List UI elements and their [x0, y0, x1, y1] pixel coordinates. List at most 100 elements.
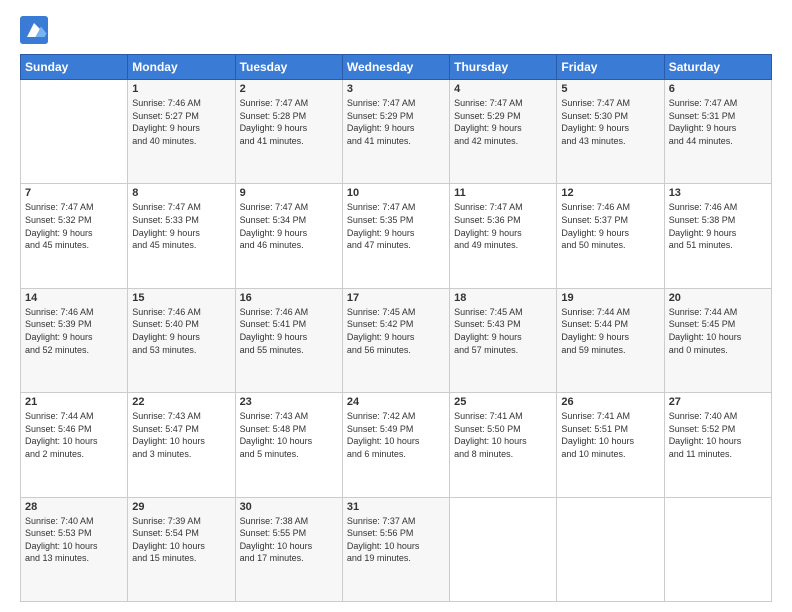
weekday-header-friday: Friday	[557, 55, 664, 80]
weekday-header-saturday: Saturday	[664, 55, 771, 80]
logo-icon	[20, 16, 48, 44]
day-number: 19	[561, 292, 659, 304]
day-detail: Sunrise: 7:40 AMSunset: 5:52 PMDaylight:…	[669, 410, 767, 460]
weekday-header-tuesday: Tuesday	[235, 55, 342, 80]
day-detail: Sunrise: 7:45 AMSunset: 5:43 PMDaylight:…	[454, 306, 552, 356]
day-cell: 16 Sunrise: 7:46 AMSunset: 5:41 PMDaylig…	[235, 288, 342, 392]
day-cell: 2 Sunrise: 7:47 AMSunset: 5:28 PMDayligh…	[235, 80, 342, 184]
calendar-header: SundayMondayTuesdayWednesdayThursdayFrid…	[21, 55, 772, 80]
day-cell	[21, 80, 128, 184]
day-detail: Sunrise: 7:41 AMSunset: 5:50 PMDaylight:…	[454, 410, 552, 460]
day-number: 25	[454, 396, 552, 408]
day-number: 5	[561, 83, 659, 95]
day-detail: Sunrise: 7:46 AMSunset: 5:38 PMDaylight:…	[669, 201, 767, 251]
day-number: 16	[240, 292, 338, 304]
day-detail: Sunrise: 7:39 AMSunset: 5:54 PMDaylight:…	[132, 515, 230, 565]
day-number: 21	[25, 396, 123, 408]
day-cell: 20 Sunrise: 7:44 AMSunset: 5:45 PMDaylig…	[664, 288, 771, 392]
day-cell: 11 Sunrise: 7:47 AMSunset: 5:36 PMDaylig…	[450, 184, 557, 288]
day-detail: Sunrise: 7:46 AMSunset: 5:41 PMDaylight:…	[240, 306, 338, 356]
week-row-5: 28 Sunrise: 7:40 AMSunset: 5:53 PMDaylig…	[21, 497, 772, 601]
weekday-header-monday: Monday	[128, 55, 235, 80]
day-cell: 4 Sunrise: 7:47 AMSunset: 5:29 PMDayligh…	[450, 80, 557, 184]
day-cell: 7 Sunrise: 7:47 AMSunset: 5:32 PMDayligh…	[21, 184, 128, 288]
day-cell: 15 Sunrise: 7:46 AMSunset: 5:40 PMDaylig…	[128, 288, 235, 392]
week-row-4: 21 Sunrise: 7:44 AMSunset: 5:46 PMDaylig…	[21, 393, 772, 497]
day-detail: Sunrise: 7:47 AMSunset: 5:34 PMDaylight:…	[240, 201, 338, 251]
day-number: 2	[240, 83, 338, 95]
calendar-table: SundayMondayTuesdayWednesdayThursdayFrid…	[20, 54, 772, 602]
day-detail: Sunrise: 7:47 AMSunset: 5:32 PMDaylight:…	[25, 201, 123, 251]
weekday-header-wednesday: Wednesday	[342, 55, 449, 80]
day-detail: Sunrise: 7:47 AMSunset: 5:29 PMDaylight:…	[454, 97, 552, 147]
day-cell: 3 Sunrise: 7:47 AMSunset: 5:29 PMDayligh…	[342, 80, 449, 184]
day-number: 26	[561, 396, 659, 408]
day-cell: 23 Sunrise: 7:43 AMSunset: 5:48 PMDaylig…	[235, 393, 342, 497]
day-detail: Sunrise: 7:38 AMSunset: 5:55 PMDaylight:…	[240, 515, 338, 565]
day-number: 14	[25, 292, 123, 304]
day-cell: 19 Sunrise: 7:44 AMSunset: 5:44 PMDaylig…	[557, 288, 664, 392]
day-cell: 17 Sunrise: 7:45 AMSunset: 5:42 PMDaylig…	[342, 288, 449, 392]
day-cell: 31 Sunrise: 7:37 AMSunset: 5:56 PMDaylig…	[342, 497, 449, 601]
day-detail: Sunrise: 7:47 AMSunset: 5:28 PMDaylight:…	[240, 97, 338, 147]
day-number: 11	[454, 187, 552, 199]
day-number: 30	[240, 501, 338, 513]
day-number: 20	[669, 292, 767, 304]
day-number: 6	[669, 83, 767, 95]
day-number: 3	[347, 83, 445, 95]
day-detail: Sunrise: 7:46 AMSunset: 5:40 PMDaylight:…	[132, 306, 230, 356]
day-cell: 8 Sunrise: 7:47 AMSunset: 5:33 PMDayligh…	[128, 184, 235, 288]
day-number: 1	[132, 83, 230, 95]
day-detail: Sunrise: 7:37 AMSunset: 5:56 PMDaylight:…	[347, 515, 445, 565]
day-detail: Sunrise: 7:45 AMSunset: 5:42 PMDaylight:…	[347, 306, 445, 356]
day-cell: 18 Sunrise: 7:45 AMSunset: 5:43 PMDaylig…	[450, 288, 557, 392]
weekday-header-thursday: Thursday	[450, 55, 557, 80]
day-cell: 12 Sunrise: 7:46 AMSunset: 5:37 PMDaylig…	[557, 184, 664, 288]
day-detail: Sunrise: 7:47 AMSunset: 5:30 PMDaylight:…	[561, 97, 659, 147]
day-cell: 14 Sunrise: 7:46 AMSunset: 5:39 PMDaylig…	[21, 288, 128, 392]
day-cell: 21 Sunrise: 7:44 AMSunset: 5:46 PMDaylig…	[21, 393, 128, 497]
day-detail: Sunrise: 7:44 AMSunset: 5:45 PMDaylight:…	[669, 306, 767, 356]
day-detail: Sunrise: 7:47 AMSunset: 5:36 PMDaylight:…	[454, 201, 552, 251]
day-number: 9	[240, 187, 338, 199]
day-cell: 22 Sunrise: 7:43 AMSunset: 5:47 PMDaylig…	[128, 393, 235, 497]
day-cell	[557, 497, 664, 601]
day-cell: 30 Sunrise: 7:38 AMSunset: 5:55 PMDaylig…	[235, 497, 342, 601]
day-number: 8	[132, 187, 230, 199]
day-cell: 13 Sunrise: 7:46 AMSunset: 5:38 PMDaylig…	[664, 184, 771, 288]
day-number: 7	[25, 187, 123, 199]
day-cell: 27 Sunrise: 7:40 AMSunset: 5:52 PMDaylig…	[664, 393, 771, 497]
day-detail: Sunrise: 7:47 AMSunset: 5:35 PMDaylight:…	[347, 201, 445, 251]
calendar-body: 1 Sunrise: 7:46 AMSunset: 5:27 PMDayligh…	[21, 80, 772, 602]
day-number: 13	[669, 187, 767, 199]
page: SundayMondayTuesdayWednesdayThursdayFrid…	[0, 0, 792, 612]
day-cell: 9 Sunrise: 7:47 AMSunset: 5:34 PMDayligh…	[235, 184, 342, 288]
day-cell: 1 Sunrise: 7:46 AMSunset: 5:27 PMDayligh…	[128, 80, 235, 184]
day-detail: Sunrise: 7:40 AMSunset: 5:53 PMDaylight:…	[25, 515, 123, 565]
day-number: 29	[132, 501, 230, 513]
day-detail: Sunrise: 7:46 AMSunset: 5:39 PMDaylight:…	[25, 306, 123, 356]
day-number: 27	[669, 396, 767, 408]
day-detail: Sunrise: 7:46 AMSunset: 5:27 PMDaylight:…	[132, 97, 230, 147]
day-cell: 28 Sunrise: 7:40 AMSunset: 5:53 PMDaylig…	[21, 497, 128, 601]
day-cell: 24 Sunrise: 7:42 AMSunset: 5:49 PMDaylig…	[342, 393, 449, 497]
day-detail: Sunrise: 7:47 AMSunset: 5:29 PMDaylight:…	[347, 97, 445, 147]
day-number: 17	[347, 292, 445, 304]
day-cell: 6 Sunrise: 7:47 AMSunset: 5:31 PMDayligh…	[664, 80, 771, 184]
header	[20, 16, 772, 44]
day-detail: Sunrise: 7:47 AMSunset: 5:33 PMDaylight:…	[132, 201, 230, 251]
day-number: 23	[240, 396, 338, 408]
day-cell: 5 Sunrise: 7:47 AMSunset: 5:30 PMDayligh…	[557, 80, 664, 184]
week-row-2: 7 Sunrise: 7:47 AMSunset: 5:32 PMDayligh…	[21, 184, 772, 288]
day-detail: Sunrise: 7:43 AMSunset: 5:47 PMDaylight:…	[132, 410, 230, 460]
day-number: 28	[25, 501, 123, 513]
day-cell	[664, 497, 771, 601]
day-number: 10	[347, 187, 445, 199]
day-detail: Sunrise: 7:41 AMSunset: 5:51 PMDaylight:…	[561, 410, 659, 460]
week-row-1: 1 Sunrise: 7:46 AMSunset: 5:27 PMDayligh…	[21, 80, 772, 184]
day-detail: Sunrise: 7:43 AMSunset: 5:48 PMDaylight:…	[240, 410, 338, 460]
day-cell: 10 Sunrise: 7:47 AMSunset: 5:35 PMDaylig…	[342, 184, 449, 288]
day-detail: Sunrise: 7:44 AMSunset: 5:44 PMDaylight:…	[561, 306, 659, 356]
day-detail: Sunrise: 7:46 AMSunset: 5:37 PMDaylight:…	[561, 201, 659, 251]
day-number: 4	[454, 83, 552, 95]
